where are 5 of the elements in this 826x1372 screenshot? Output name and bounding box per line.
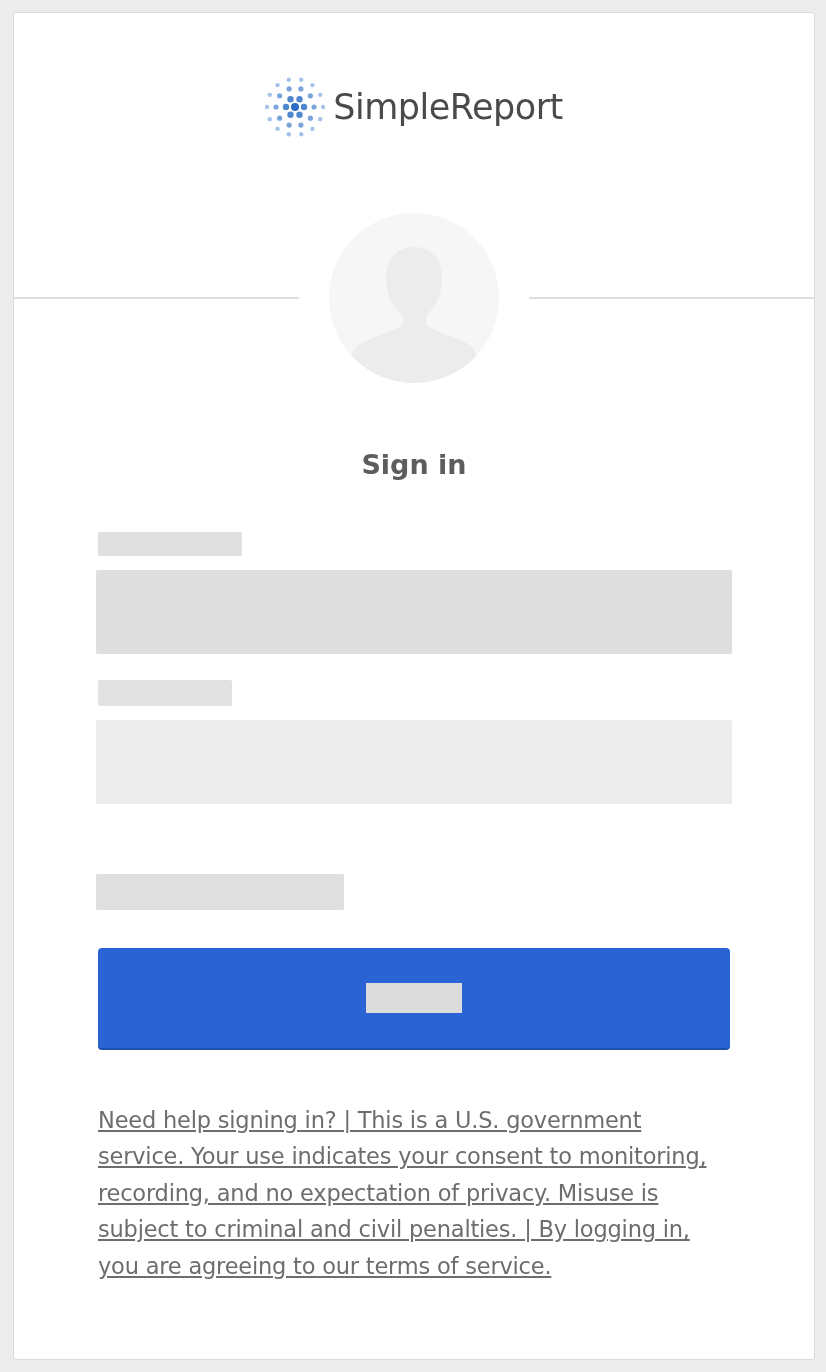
logo-icon [265, 77, 326, 137]
help-link[interactable]: Need help signing in? | This is a U.S. government service. Your use indicates your consent to monitoring, recording, and no expectation of privacy. Misuse is subject to criminal and civil penalties. | By logging in, you are agreeing to our terms of service. [98, 1102, 730, 1285]
sign-in-button[interactable] [98, 948, 730, 1048]
logo-text: SimpleReport [333, 87, 563, 127]
sign-in-heading: Sign in [360, 449, 468, 480]
